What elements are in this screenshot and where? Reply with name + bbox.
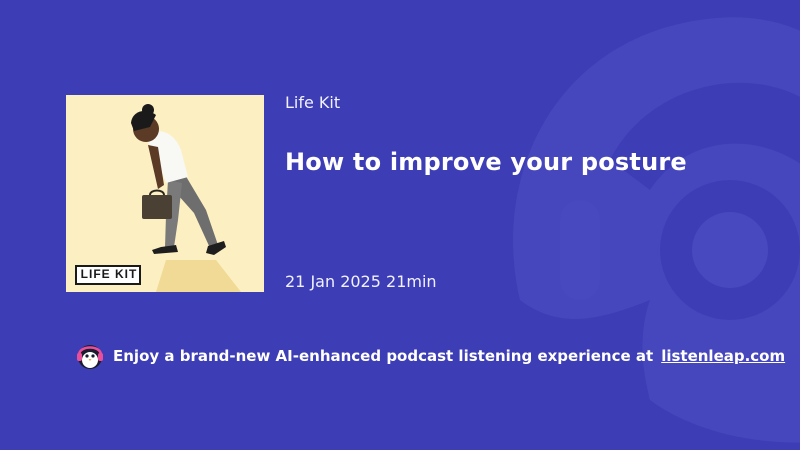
- show-name[interactable]: Life Kit: [285, 93, 340, 112]
- episode-meta: 21 Jan 2025 21min: [285, 272, 437, 291]
- episode-title[interactable]: How to improve your posture: [285, 148, 765, 176]
- episode-duration: 21min: [386, 272, 437, 291]
- cover-logo-text: LIFE KIT: [80, 267, 138, 281]
- promo-banner: Enjoy a brand-new AI-enhanced podcast li…: [75, 341, 785, 371]
- podcast-cover-art[interactable]: LIFE KIT: [66, 95, 264, 292]
- episode-date: 21 Jan 2025: [285, 272, 381, 291]
- listenleap-link[interactable]: listenleap.com: [661, 347, 785, 365]
- promo-text: Enjoy a brand-new AI-enhanced podcast li…: [113, 347, 654, 365]
- penguin-headphones-icon: [77, 345, 103, 369]
